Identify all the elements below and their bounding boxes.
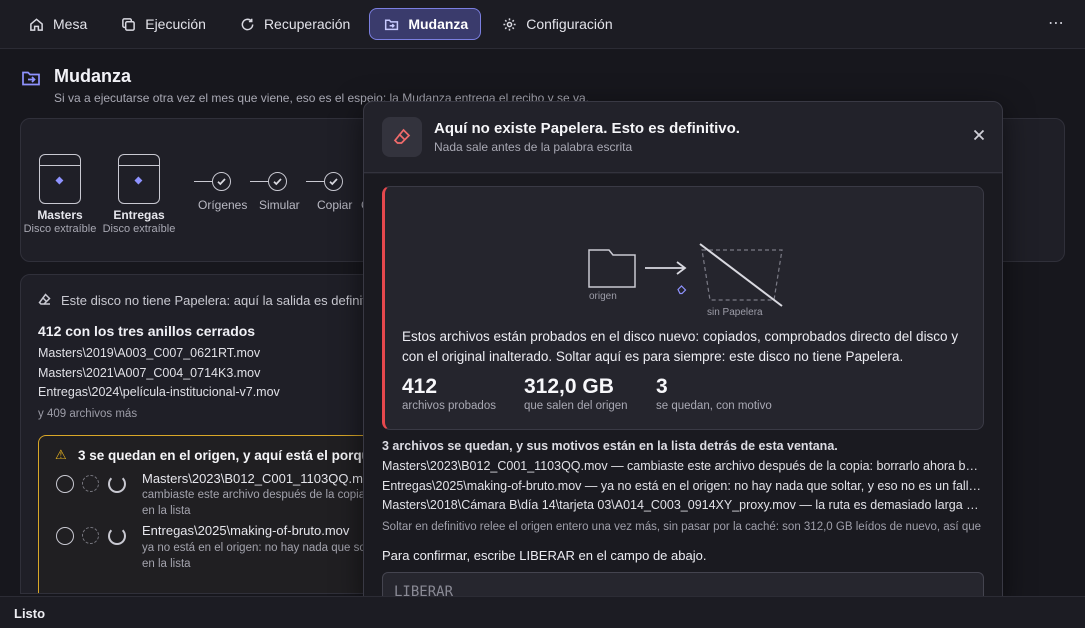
file-row: Entregas\2024\película-institucional-v7.… [38, 385, 280, 399]
tab-label: Mesa [53, 16, 88, 32]
kept-file-reason: ya no está en el origen: no hay nada que… [142, 542, 380, 554]
tab-label: Recuperación [263, 16, 351, 32]
disk-label: Entregas [113, 208, 165, 222]
dialog-body: origen sin Papelera Estos archivos están… [364, 174, 1002, 600]
close-button[interactable] [972, 128, 986, 142]
file-row: Masters\2019\A003_C007_0621RT.mov [38, 346, 261, 360]
status-text: Listo [14, 606, 46, 621]
warning-text: Estos archivos están probados en el disc… [402, 329, 959, 364]
released-title: 412 con los tres anillos cerrados [38, 323, 256, 339]
ring-pending [108, 527, 126, 545]
eraser-icon [38, 293, 51, 306]
stat-probed: 412 archivos probados [402, 375, 496, 412]
home-icon [30, 17, 43, 31]
usb-icon: ⯁ [55, 176, 64, 188]
eraser-icon [677, 285, 687, 295]
check-icon [329, 178, 338, 186]
no-trash-label: sin Papelera [707, 307, 763, 317]
step-label: Simular [259, 198, 300, 212]
kept-file-reason: cambiaste este archivo después de la cop… [142, 489, 366, 501]
status-bar: Listo [0, 596, 1085, 628]
folder-move-icon [21, 68, 41, 88]
more-menu-button[interactable]: ⋯ [1048, 13, 1065, 33]
check-icon [217, 178, 226, 186]
release-note: Soltar en definitivo relee el origen ent… [382, 521, 982, 533]
stat-value: 412 [402, 375, 438, 398]
strike-line [699, 243, 783, 307]
more-files-link[interactable]: y 409 archivos más [38, 408, 137, 420]
arrow-icon [645, 261, 687, 275]
kept-summary-title: 3 archivos se quedan, y sus motivos está… [382, 439, 838, 453]
confirm-label: Para confirmar, escribe LIBERAR en el ca… [382, 548, 707, 563]
kept-file-line: Masters\2023\B012_C001_1103QQ.mov — camb… [382, 459, 982, 473]
tab-mudanza[interactable]: Mudanza [369, 8, 482, 40]
no-trash-illustration: origen sin Papelera [588, 243, 783, 317]
copy-icon [122, 17, 136, 31]
disk-sub: Disco extraíble [102, 223, 176, 235]
warning-panel: origen sin Papelera Estos archivos están… [382, 186, 984, 430]
kept-title: 3 se quedan en el origen, y aquí está el… [78, 448, 378, 463]
tab-label: Mudanza [408, 16, 469, 32]
origin-label: origen [589, 291, 617, 302]
kept-files-box: ⚠ 3 se quedan en el origen, y aquí está … [38, 435, 380, 593]
disk-sub: Disco extraíble [23, 223, 97, 235]
step-label: Orígenes [198, 198, 248, 212]
ring-verified [82, 527, 99, 544]
dialog-title: Aquí no existe Papelera. Esto es definit… [434, 120, 740, 137]
step-label: Copiar [317, 198, 353, 212]
tab-label: Configuración [526, 16, 613, 32]
stat-value: 312,0 GB [524, 375, 614, 398]
usb-icon: ⯁ [134, 176, 143, 188]
kept-file-line: Entregas\2025\making-of-bruto.mov — ya n… [382, 479, 982, 493]
ring-copied [56, 527, 74, 545]
warning-icon: ⚠ [55, 447, 67, 462]
gear-icon [503, 17, 516, 31]
stat-label: que salen del origen [524, 400, 628, 412]
release-card: Este disco no tiene Papelera: aquí la sa… [20, 274, 380, 594]
tab-configuracion[interactable]: Configuración [487, 8, 625, 40]
stat-value: 3 [656, 375, 668, 398]
ring-pending [108, 475, 126, 493]
ring-verified [82, 475, 99, 492]
kept-file-reason: en la lista [142, 558, 191, 570]
confirm-release-dialog: Aquí no existe Papelera. Esto es definit… [363, 101, 1003, 601]
top-nav: Mesa Ejecución Recuperación Mudanza Conf… [0, 0, 1085, 49]
refresh-icon [241, 18, 254, 30]
disk-label: Masters [37, 208, 83, 222]
eraser-icon [382, 117, 422, 157]
kept-file-line: Masters\2018\Cámara B\día 14\tarjeta 03\… [382, 498, 982, 512]
disk-masters[interactable]: ⯁ [39, 154, 81, 204]
tab-mesa[interactable]: Mesa [14, 8, 100, 40]
dialog-subtitle: Nada sale antes de la palabra escrita [434, 140, 633, 154]
stat-label: se quedan, con motivo [656, 400, 772, 412]
kept-file-name: Entregas\2025\making-of-bruto.mov [142, 523, 350, 538]
kept-file-reason: en la lista [142, 505, 191, 517]
tab-label: Ejecución [145, 16, 206, 32]
folder-icon [588, 249, 636, 288]
tab-ejecucion[interactable]: Ejecución [106, 8, 219, 40]
file-row: Masters\2021\A007_C004_0714K3.mov [38, 366, 261, 380]
kept-file-name: Masters\2023\B012_C001_1103QQ.mov [142, 471, 377, 486]
tab-recuperacion[interactable]: Recuperación [225, 8, 363, 40]
page-title: Mudanza [54, 66, 132, 86]
check-icon [273, 178, 282, 186]
ring-copied [56, 475, 74, 493]
dialog-header: Aquí no existe Papelera. Esto es definit… [364, 102, 1002, 173]
no-trash-notice: Este disco no tiene Papelera: aquí la sa… [61, 293, 380, 308]
stat-size: 312,0 GB que salen del origen [524, 375, 628, 412]
close-icon [973, 129, 985, 141]
stat-kept: 3 se quedan, con motivo [656, 375, 772, 412]
disk-entregas[interactable]: ⯁ [118, 154, 160, 204]
stat-label: archivos probados [402, 400, 496, 412]
folder-move-icon [385, 19, 399, 30]
